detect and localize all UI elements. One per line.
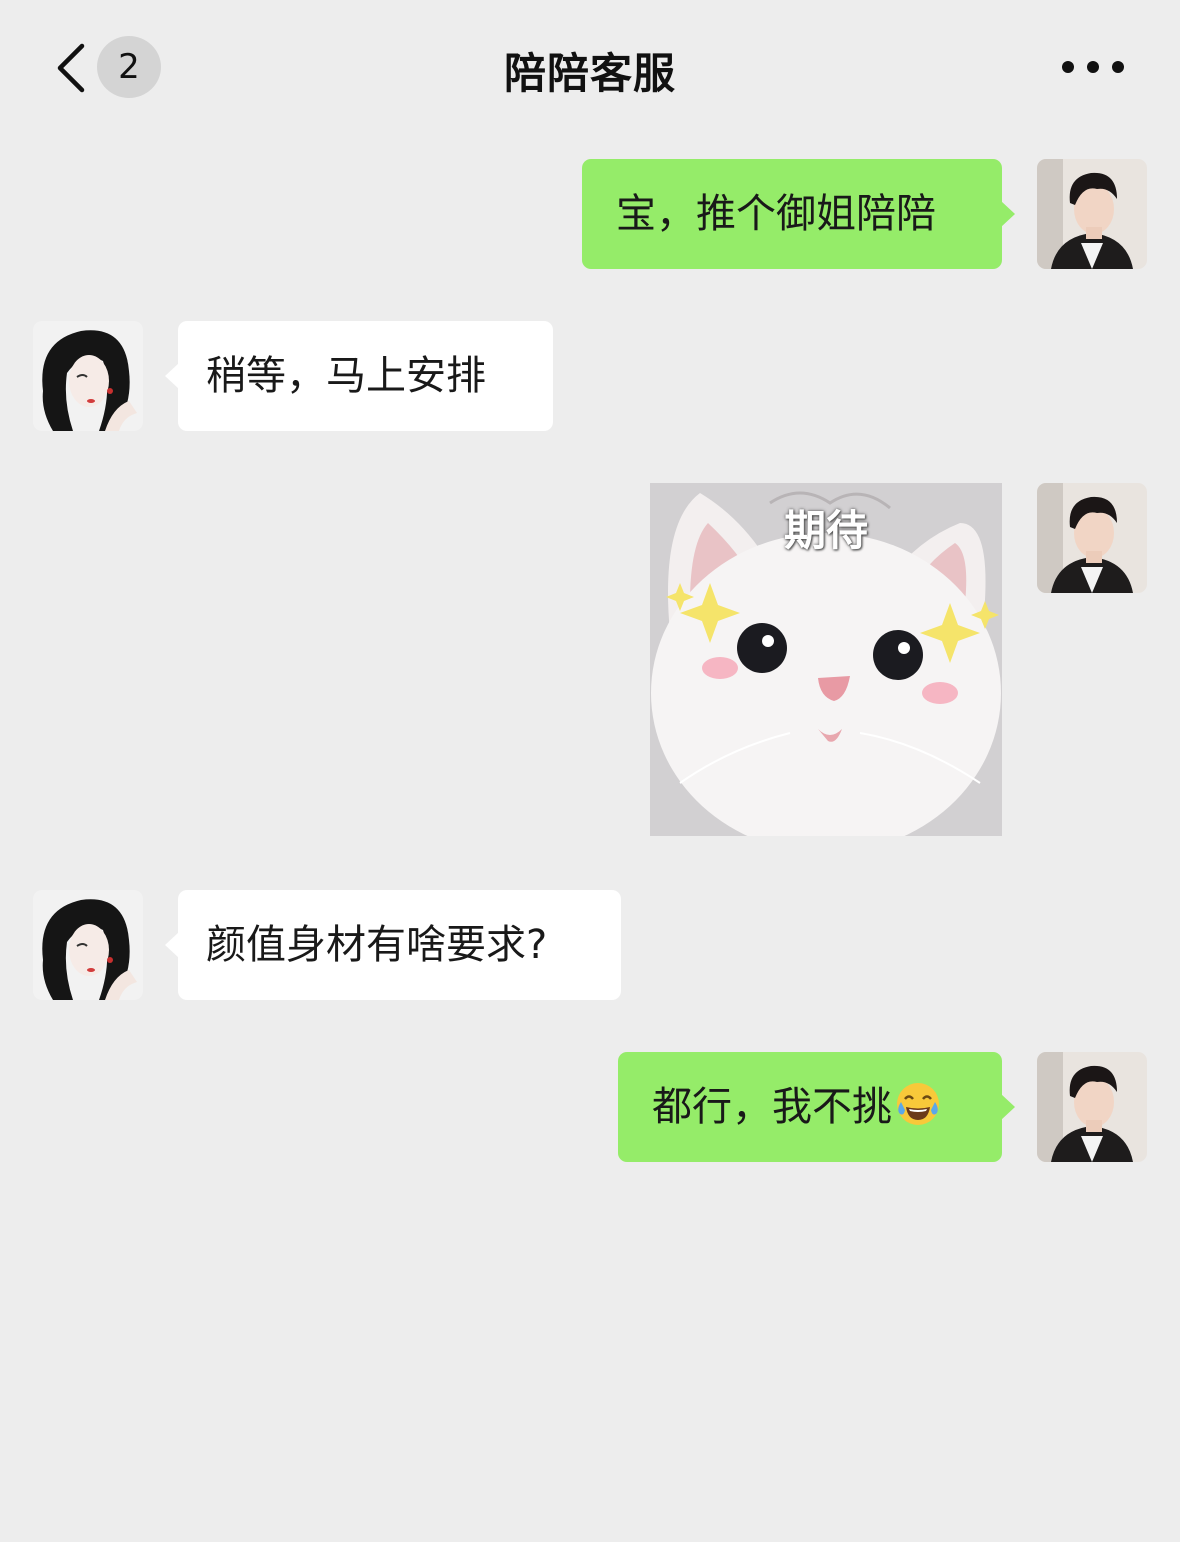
female-avatar-icon — [33, 321, 143, 431]
message-bubble-sent[interactable]: 都行，我不挑 — [618, 1052, 1015, 1162]
sticker-message[interactable]: 期待 — [650, 483, 1002, 836]
sticker-caption: 期待 — [783, 506, 868, 555]
message-text: 稍等，马上安排 — [206, 353, 486, 399]
message-text: 都行，我不挑 — [652, 1084, 892, 1130]
contact-avatar[interactable] — [33, 890, 143, 1000]
male-avatar-icon — [1037, 483, 1147, 593]
tears-of-joy-emoji-icon — [897, 1083, 939, 1125]
more-dot — [1112, 61, 1124, 73]
more-dot — [1062, 61, 1074, 73]
more-dot — [1087, 61, 1099, 73]
female-avatar-icon — [33, 890, 143, 1000]
male-avatar-icon — [1037, 159, 1147, 269]
chat-header: 2 陪陪客服 — [0, 0, 1180, 135]
message-text: 宝，推个御姐陪陪 — [616, 191, 936, 237]
male-avatar-icon — [1037, 1052, 1147, 1162]
contact-avatar[interactable] — [33, 321, 143, 431]
message-bubble-received[interactable]: 颜值身材有啥要求? — [165, 890, 621, 1000]
page-title: 陪陪客服 — [503, 49, 676, 98]
chat-screen: 2 陪陪客服 宝，推个御姐陪陪 稍等，马上安排 期待 颜值身材有啥要求? 都行，… — [0, 0, 1180, 1542]
message-bubble-sent[interactable]: 宝，推个御姐陪陪 — [582, 159, 1015, 269]
my-avatar[interactable] — [1037, 159, 1147, 269]
my-avatar[interactable] — [1037, 1052, 1147, 1162]
my-avatar[interactable] — [1037, 483, 1147, 593]
message-bubble-received[interactable]: 稍等，马上安排 — [165, 321, 553, 431]
more-options-button[interactable] — [1062, 56, 1124, 78]
message-text: 颜值身材有啥要求? — [206, 922, 548, 968]
